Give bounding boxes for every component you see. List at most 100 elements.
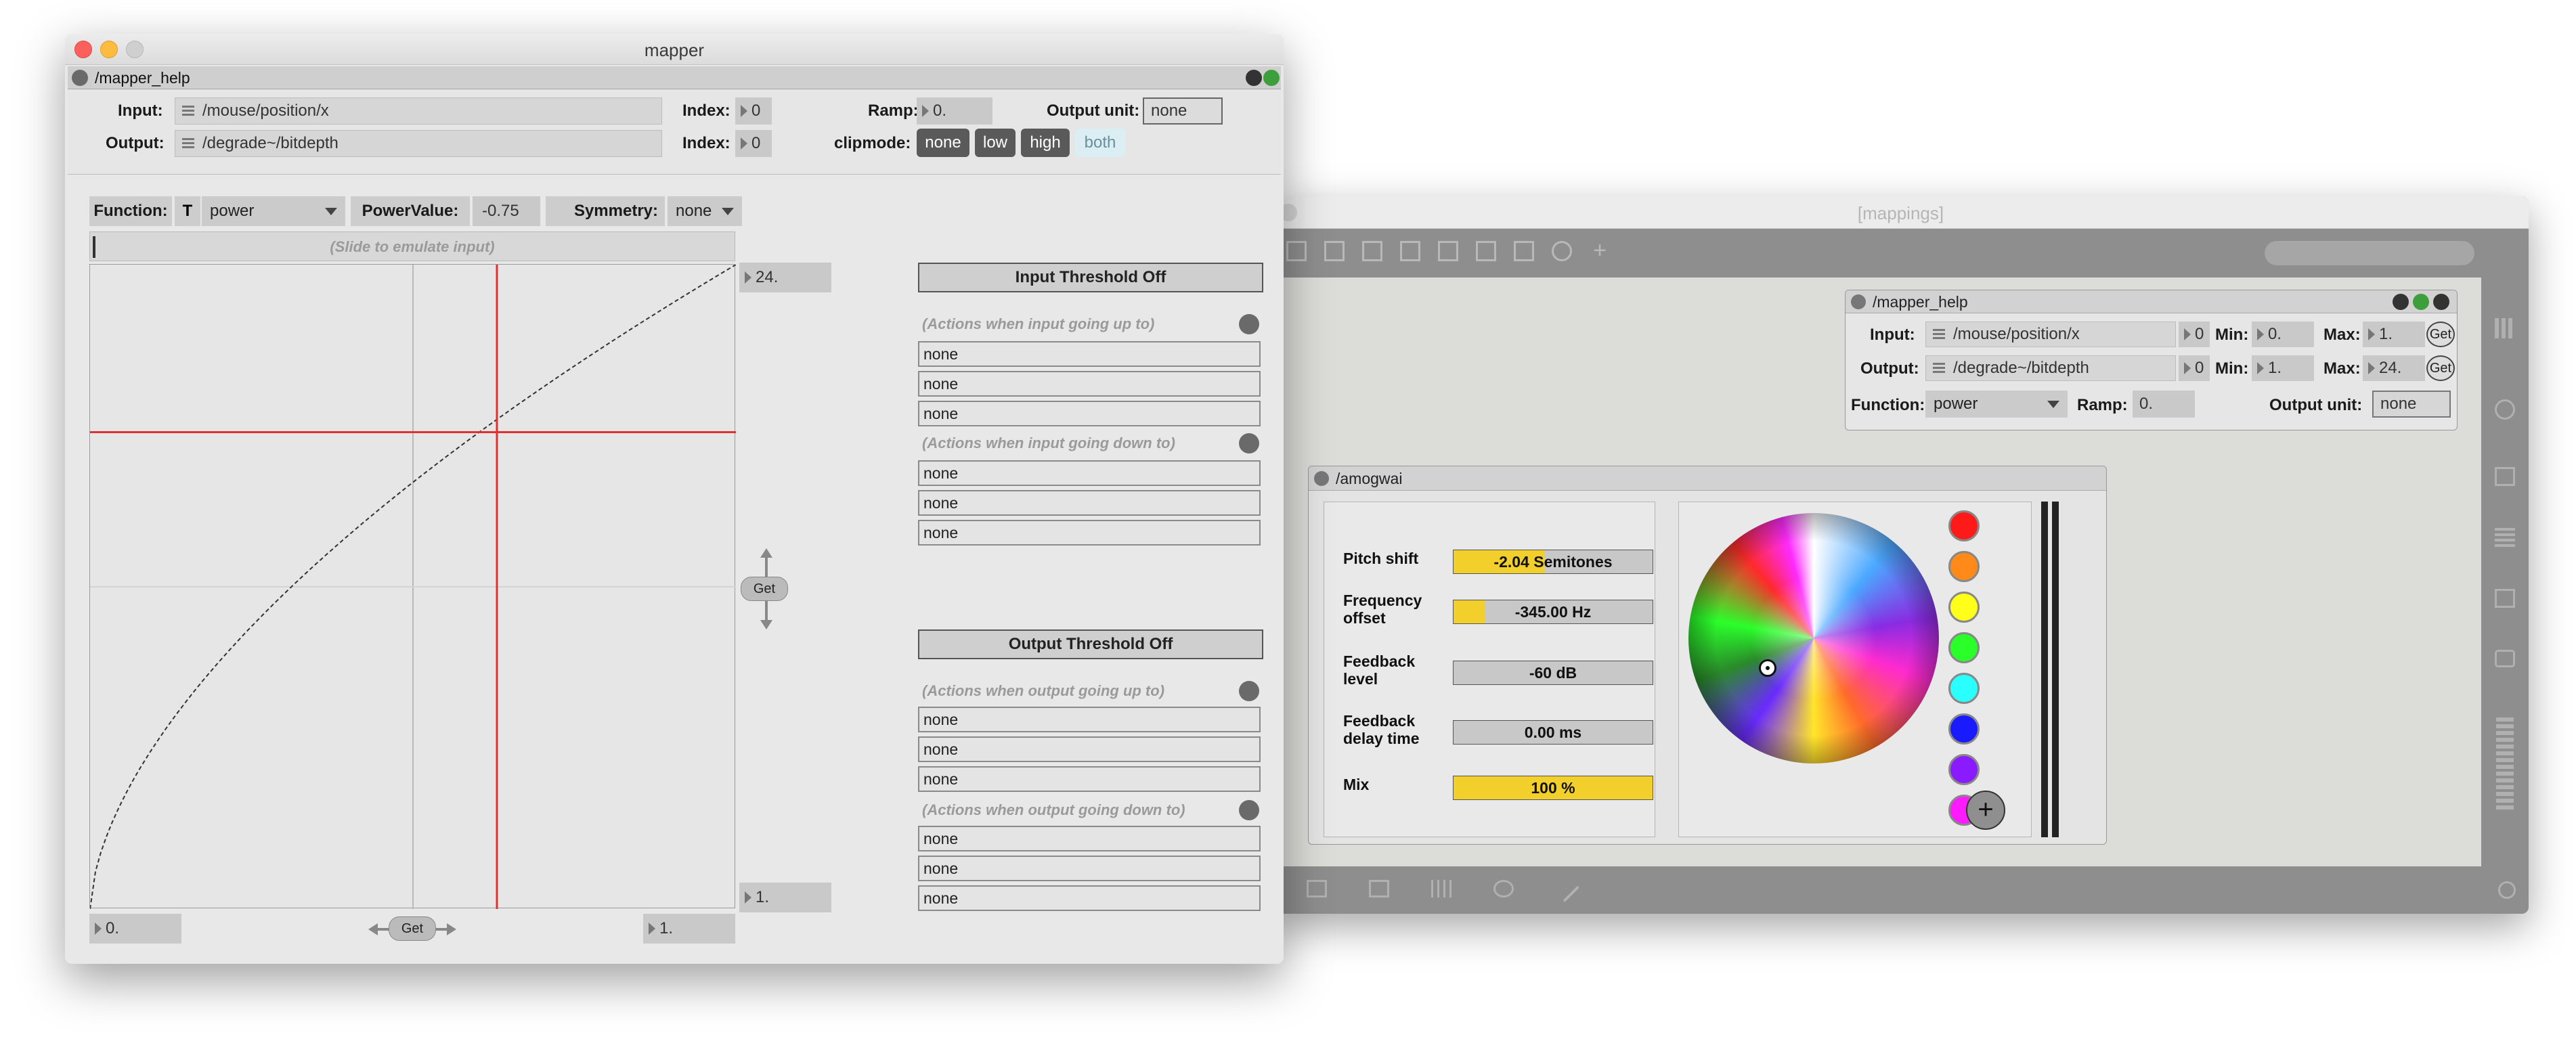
sidebar-info-icon[interactable] — [2495, 399, 2515, 420]
grid-icon[interactable] — [1431, 880, 1451, 897]
input-emulation-slider[interactable]: (Slide to emulate input) — [89, 231, 735, 261]
clipmode-none[interactable]: none — [917, 129, 969, 157]
collapse-icon[interactable] — [72, 70, 88, 86]
color-swatch[interactable] — [1948, 713, 1980, 745]
mini-input-min[interactable]: 0. — [2252, 322, 2314, 347]
ramp-field[interactable]: 0. — [917, 97, 992, 125]
mini-input-get-button[interactable]: Get — [2426, 322, 2455, 347]
input-up-action-3[interactable]: none — [918, 401, 1261, 426]
input-down-button[interactable] — [1239, 433, 1259, 453]
input-down-action-1[interactable]: none — [918, 460, 1261, 486]
sidebar-list-icon[interactable] — [2495, 528, 2515, 547]
mini-input-field[interactable]: /mouse/position/x — [1925, 322, 2176, 347]
toolbar-icon[interactable] — [1369, 880, 1389, 897]
output-down-button[interactable] — [1239, 800, 1259, 820]
mapper-titlebar[interactable]: mapper — [65, 34, 1284, 65]
color-swatch[interactable] — [1948, 510, 1980, 541]
toolbar-icon[interactable] — [1307, 880, 1327, 897]
output-unit-field[interactable]: none — [1143, 97, 1223, 125]
toolbar-icon[interactable] — [1324, 241, 1345, 261]
output-up-button[interactable] — [1239, 681, 1259, 701]
plus-icon[interactable]: + — [1590, 239, 1610, 262]
input-up-action-2[interactable]: none — [918, 371, 1261, 397]
toolbar-icon[interactable] — [1552, 241, 1572, 261]
mini-ramp-field[interactable]: 0. — [2133, 391, 2195, 418]
toolbar-icon[interactable] — [1514, 241, 1534, 261]
mini-output-field[interactable]: /degrade~/bitdepth — [1925, 355, 2176, 381]
mini-output-get-button[interactable]: Get — [2426, 355, 2455, 381]
color-wheel[interactable] — [1688, 513, 1939, 763]
add-color-button[interactable]: + — [1966, 791, 2005, 830]
color-swatch[interactable] — [1948, 754, 1980, 785]
toolbar-icon[interactable] — [1493, 880, 1514, 897]
input-threshold-toggle[interactable]: Input Threshold Off — [918, 263, 1263, 292]
frequency-offset-slider[interactable]: -345.00 Hz — [1453, 600, 1653, 624]
patcher-active-button[interactable] — [1263, 70, 1280, 86]
input-up-action-1[interactable]: none — [918, 341, 1261, 367]
mini-output-max[interactable]: 24. — [2363, 355, 2425, 381]
input-index-field[interactable]: 0 — [735, 97, 772, 125]
power-icon[interactable] — [2498, 881, 2516, 899]
output-down-action-3[interactable]: none — [918, 885, 1261, 911]
color-swatch[interactable] — [1948, 673, 1980, 704]
output-field[interactable]: /degrade~/bitdepth — [175, 130, 662, 157]
sidebar-grid-icon[interactable] — [2495, 318, 2515, 338]
patcher-close-button[interactable] — [1246, 70, 1262, 86]
input-max-field[interactable]: 1. — [643, 914, 735, 944]
mini-output-unit-field[interactable]: none — [2372, 391, 2451, 418]
sidebar-camera-icon[interactable] — [2495, 650, 2515, 667]
clipmode-high[interactable]: high — [1021, 129, 1070, 157]
toolbar-icon[interactable] — [1362, 241, 1382, 261]
toolbar-search-field[interactable] — [2265, 241, 2474, 265]
function-type-icon[interactable]: T — [175, 196, 200, 226]
function-dropdown[interactable]: power — [202, 196, 345, 226]
mappings-titlebar[interactable]: [mappings] — [1273, 196, 2529, 229]
output-index-field[interactable]: 0 — [735, 130, 772, 157]
output-up-action-2[interactable]: none — [918, 736, 1261, 762]
clipmode-low[interactable]: low — [975, 129, 1016, 157]
color-swatch[interactable] — [1948, 632, 1980, 663]
mini-function-dropdown[interactable]: power — [1925, 391, 2068, 418]
pitch-shift-slider[interactable]: -2.04 Semitones — [1453, 550, 1653, 574]
symmetry-dropdown[interactable]: none — [668, 196, 742, 226]
sidebar-icon[interactable] — [2495, 589, 2515, 608]
input-get-button[interactable]: Get — [389, 916, 436, 941]
input-down-action-3[interactable]: none — [918, 520, 1261, 546]
mini-output-min[interactable]: 1. — [2252, 355, 2314, 381]
input-min-field[interactable]: 0. — [89, 914, 181, 944]
collapse-icon[interactable] — [1314, 471, 1329, 486]
feedback-level-slider[interactable]: -60 dB — [1453, 661, 1653, 685]
feedback-delay-slider[interactable]: 0.00 ms — [1453, 720, 1653, 745]
color-wheel-cursor[interactable] — [1759, 659, 1776, 677]
toolbar-icon[interactable] — [1476, 241, 1496, 261]
mix-slider[interactable]: 100 % — [1453, 776, 1653, 800]
output-down-action-2[interactable]: none — [918, 856, 1261, 881]
collapse-icon[interactable] — [1851, 294, 1866, 309]
input-down-action-2[interactable]: none — [918, 490, 1261, 516]
wrench-icon[interactable] — [1552, 875, 1579, 902]
mini-output-index[interactable]: 0 — [2179, 355, 2210, 381]
toolbar-icon[interactable] — [1286, 241, 1307, 261]
color-swatch[interactable] — [1948, 592, 1980, 623]
output-up-action-3[interactable]: none — [918, 766, 1261, 792]
toolbar-icon[interactable] — [1400, 241, 1420, 261]
mini-input-index[interactable]: 0 — [2179, 322, 2210, 347]
input-field[interactable]: /mouse/position/x — [175, 97, 662, 125]
input-range-get[interactable]: Get — [368, 915, 456, 942]
output-min-field[interactable]: 1. — [739, 883, 831, 912]
color-swatch[interactable] — [1948, 551, 1980, 582]
toolbar-icon[interactable] — [1438, 241, 1458, 261]
mini-add-button[interactable] — [2433, 294, 2449, 310]
output-down-action-1[interactable]: none — [918, 826, 1261, 851]
output-up-action-1[interactable]: none — [918, 707, 1261, 732]
output-max-field[interactable]: 24. — [739, 263, 831, 292]
output-threshold-toggle[interactable]: Output Threshold Off — [918, 629, 1263, 659]
mini-input-max[interactable]: 1. — [2363, 322, 2425, 347]
input-up-button[interactable] — [1239, 314, 1259, 334]
output-get-button[interactable]: Get — [741, 577, 788, 601]
sidebar-icon[interactable] — [2495, 467, 2515, 486]
clipmode-both[interactable]: both — [1075, 129, 1125, 157]
output-range-get[interactable]: Get — [739, 548, 791, 629]
curve-plot[interactable] — [89, 264, 736, 909]
powervalue-field[interactable]: -0.75 — [473, 196, 540, 226]
